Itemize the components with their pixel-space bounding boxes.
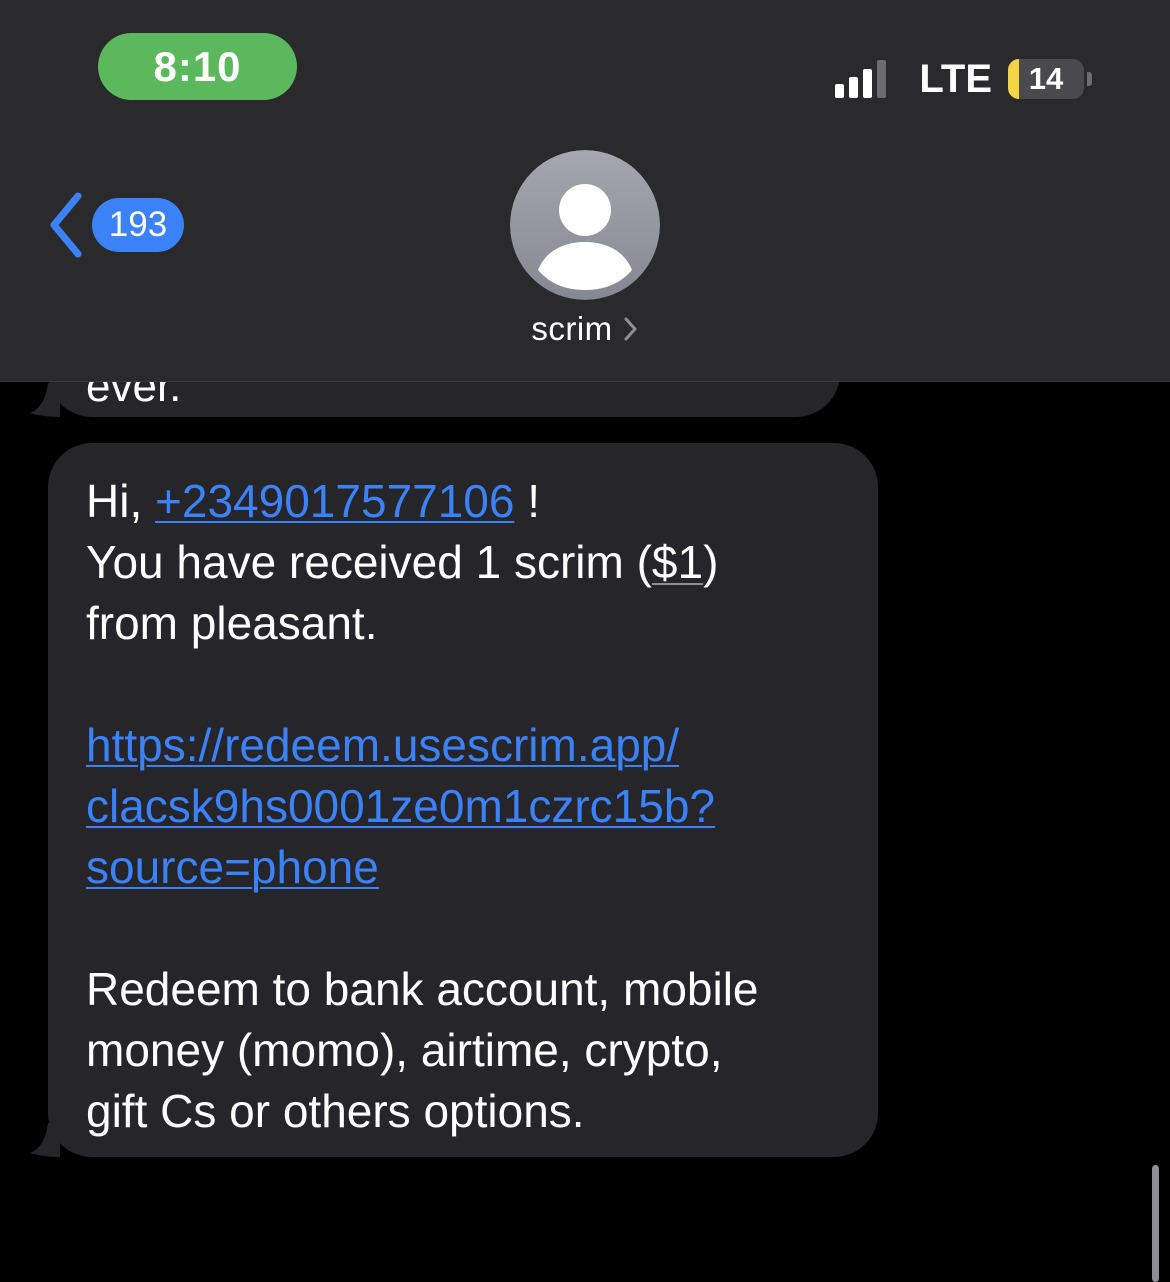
body-line: money (momo), airtime, crypto, bbox=[86, 1024, 723, 1076]
network-type: LTE bbox=[919, 56, 992, 101]
chevron-right-icon bbox=[624, 317, 637, 341]
greeting-line: Hi, +2349017577106 ! bbox=[86, 471, 848, 532]
status-indicators: LTE 14 bbox=[835, 56, 1092, 102]
redeem-url-link-part-3[interactable]: source=phone bbox=[86, 837, 848, 898]
conversation-header: 8:10 LTE 14 193 scrim bbox=[0, 0, 1170, 382]
received-suffix-text: ) bbox=[703, 536, 719, 588]
signal-bar bbox=[877, 60, 887, 98]
body-line: gift Cs or others options. bbox=[86, 1085, 585, 1137]
received-text: You have received 1 scrim ( bbox=[86, 536, 652, 588]
greeting-end-text: ! bbox=[514, 475, 541, 527]
unread-count-badge: 193 bbox=[92, 198, 184, 252]
redeem-url-link-part-2[interactable]: clacsk9hs0001ze0m1czrc15b? bbox=[86, 776, 848, 837]
contact-name-button[interactable]: scrim bbox=[0, 310, 1170, 348]
person-silhouette-icon bbox=[510, 150, 660, 300]
amount-link[interactable]: $1 bbox=[652, 536, 703, 588]
scrollbar[interactable] bbox=[1152, 1165, 1159, 1282]
redeem-url-link-part-1[interactable]: https://redeem.usescrim.app/ bbox=[86, 715, 848, 776]
from-line: from pleasant. bbox=[86, 597, 378, 649]
bubble-tail bbox=[30, 383, 60, 417]
signal-bar bbox=[849, 77, 859, 98]
signal-bar bbox=[835, 84, 845, 98]
bubble-tail bbox=[30, 1123, 60, 1157]
back-button[interactable]: 193 bbox=[44, 190, 184, 260]
cellular-signal-icon bbox=[835, 60, 891, 98]
message-bubble-main[interactable]: Hi, +2349017577106 ! You have received 1… bbox=[48, 443, 878, 1157]
signal-bar bbox=[863, 69, 873, 98]
battery-cap bbox=[1087, 72, 1092, 86]
phone-number-link[interactable]: +2349017577106 bbox=[155, 475, 514, 527]
contact-avatar[interactable] bbox=[510, 150, 660, 300]
messages-screen: ever. Hi, +2349017577106 ! You have rece… bbox=[0, 0, 1170, 1282]
contact-name: scrim bbox=[531, 310, 613, 347]
greeting-text: Hi, bbox=[86, 475, 155, 527]
status-time[interactable]: 8:10 bbox=[98, 33, 297, 100]
received-line: You have received 1 scrim ($1) bbox=[86, 532, 848, 593]
chevron-left-icon bbox=[50, 192, 82, 258]
battery-level: 14 bbox=[1028, 61, 1064, 96]
battery-icon: 14 bbox=[1008, 59, 1084, 99]
body-line: Redeem to bank account, mobile bbox=[86, 963, 759, 1015]
